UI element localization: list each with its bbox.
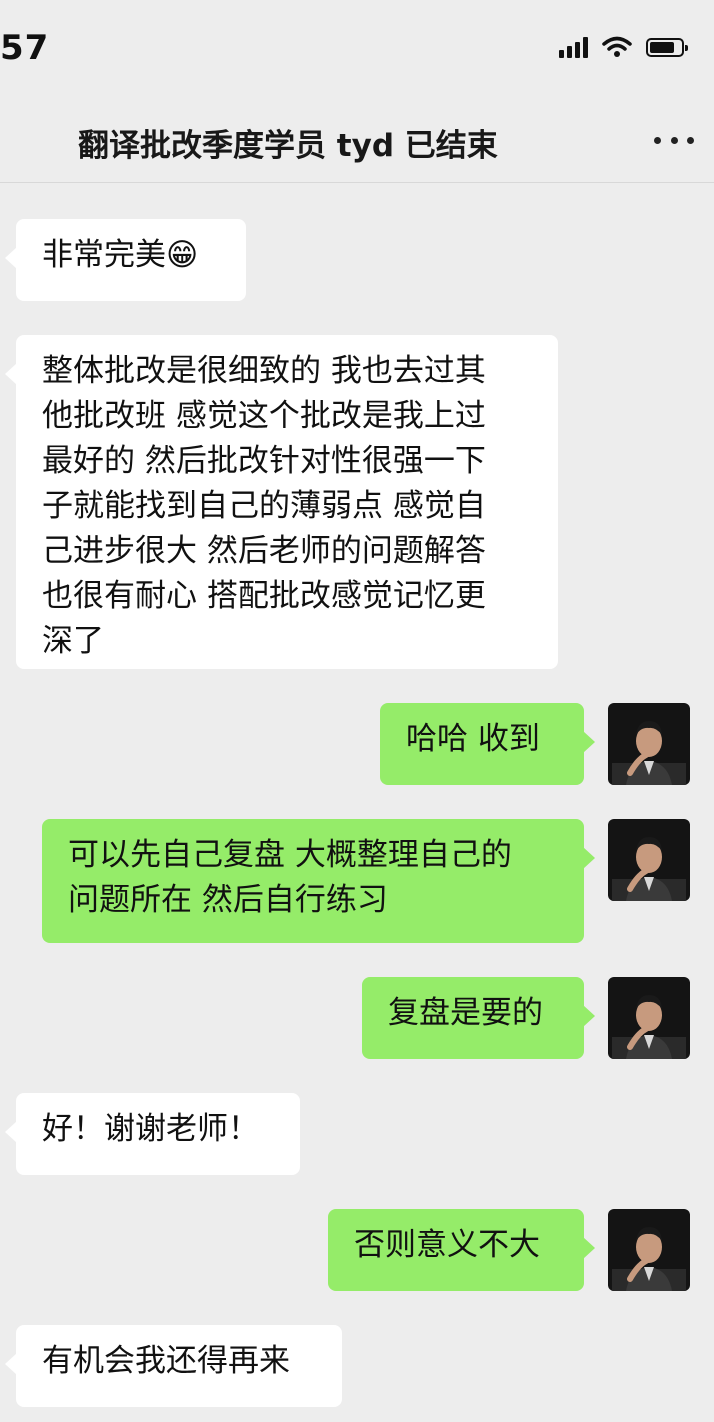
more-dot-icon: [670, 136, 678, 144]
battery-icon: [646, 37, 688, 57]
teacher-avatar[interactable]: [608, 977, 690, 1059]
message-bubble-incoming[interactable]: 非常完美😁: [5, 219, 246, 301]
teacher-avatar[interactable]: [608, 819, 690, 901]
message-bubble-incoming[interactable]: 整体批改是很细致的 我也去过其 他批改班 感觉这个批改是我上过 最好的 然后批改…: [5, 335, 558, 669]
person-avatar-icon: [608, 1209, 690, 1291]
chat-title: 翻译批改季度学员 tyd 已结束: [78, 128, 498, 164]
battery-level: [650, 41, 674, 53]
teacher-avatar[interactable]: [608, 703, 690, 785]
person-avatar-icon: [608, 977, 690, 1059]
message-bubble-incoming[interactable]: 好！谢谢老师！: [5, 1093, 300, 1175]
status-bar: 57: [0, 0, 714, 100]
message-bubble-outgoing[interactable]: 复盘是要的: [362, 977, 595, 1059]
status-time: 57: [0, 28, 50, 68]
message-bubble-outgoing[interactable]: 可以先自己复盘 大概整理自己的 问题所在 然后自行练习: [42, 819, 595, 943]
message-list[interactable]: 非常完美😁 整体批改是很细致的 我也去过其 他批改班 感觉这个批改是我上过 最好…: [0, 183, 714, 1422]
message-bubble-outgoing[interactable]: 否则意义不大: [328, 1209, 595, 1291]
person-avatar-icon: [608, 819, 690, 901]
wifi-icon: [602, 36, 632, 57]
message-bubble-outgoing[interactable]: 哈哈 收到: [380, 703, 595, 785]
more-options-button[interactable]: [654, 122, 694, 158]
message-bubble-incoming[interactable]: 有机会我还得再来: [5, 1325, 342, 1407]
person-avatar-icon: [608, 703, 690, 785]
chat-header: 翻译批改季度学员 tyd 已结束: [0, 100, 714, 183]
more-dot-icon: [654, 136, 661, 144]
more-dot-icon: [687, 136, 694, 144]
teacher-avatar[interactable]: [608, 1209, 690, 1291]
cellular-signal-icon: [559, 36, 588, 58]
status-icons: [559, 36, 688, 58]
